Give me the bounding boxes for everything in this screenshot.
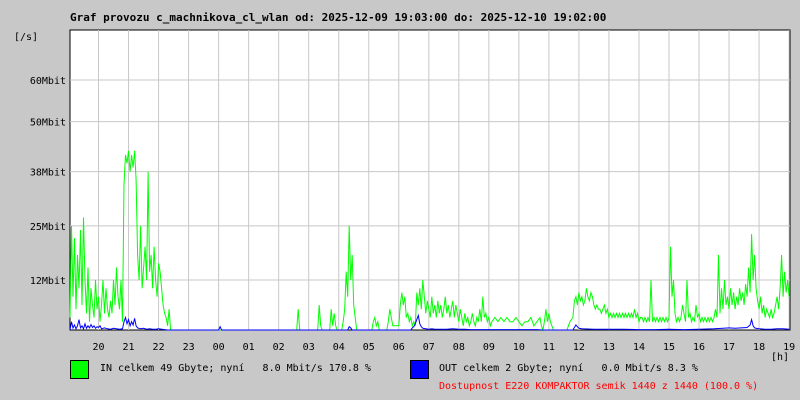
- x-tick-label: 18: [753, 342, 765, 353]
- legend-out-swatch: [410, 360, 429, 379]
- y-tick-label: 60Mbit: [30, 76, 66, 87]
- x-tick-label: 00: [213, 342, 225, 353]
- y-tick-label: 25Mbit: [30, 222, 66, 233]
- x-tick-label: 14: [633, 342, 645, 353]
- legend-out-text: OUT celkem 2 Gbyte; nyní 0.0 Mbit/s 8.3 …: [439, 363, 698, 374]
- x-tick-label: 11: [543, 342, 555, 353]
- y-axis-unit-label: [/s]: [14, 32, 38, 43]
- x-tick-label: 15: [663, 342, 675, 353]
- x-tick-label: 10: [513, 342, 525, 353]
- y-tick-label: 38Mbit: [30, 168, 66, 179]
- x-tick-label: 09: [483, 342, 495, 353]
- x-tick-label: 17: [723, 342, 735, 353]
- x-axis-unit-label: [h]: [771, 352, 789, 363]
- x-tick-label: 01: [243, 342, 255, 353]
- x-tick-label: 16: [693, 342, 705, 353]
- x-tick-label: 04: [333, 342, 345, 353]
- traffic-chart: 12Mbit 25Mbit 38Mbit 50Mbit 60Mbit 20 21 22 23 0…: [14, 29, 796, 363]
- y-axis-labels: 12Mbit 25Mbit 38Mbit 50Mbit 60Mbit: [30, 76, 66, 287]
- y-tick-label: 12Mbit: [30, 276, 66, 287]
- legend-in-text: IN celkem 49 Gbyte; nyní 8.0 Mbit/s 170.…: [100, 363, 371, 374]
- x-tick-label: 23: [183, 342, 195, 353]
- x-tick-label: 06: [393, 342, 405, 353]
- x-axis-labels: 20 21 22 23 00 01 02 03 04 05 06 07 08 09 10 11 12 13 14 15…: [93, 342, 796, 353]
- x-tick-label: 08: [453, 342, 465, 353]
- y-tick-label: 50Mbit: [30, 118, 66, 129]
- x-tick-label: 12: [573, 342, 585, 353]
- plot-background: [69, 29, 791, 331]
- x-tick-label: 13: [603, 342, 615, 353]
- x-tick-label: 22: [153, 342, 165, 353]
- x-tick-label: 03: [303, 342, 315, 353]
- x-tick-label: 05: [363, 342, 375, 353]
- x-tick-label: 20: [93, 342, 105, 353]
- legend-in-swatch: [70, 360, 89, 379]
- x-tick-label: 21: [123, 342, 135, 353]
- x-tick-label: 07: [423, 342, 435, 353]
- x-tick-label: 02: [273, 342, 285, 353]
- availability-text: Dostupnost E220 KOMPAKTOR semik 1440 z 1…: [439, 381, 759, 392]
